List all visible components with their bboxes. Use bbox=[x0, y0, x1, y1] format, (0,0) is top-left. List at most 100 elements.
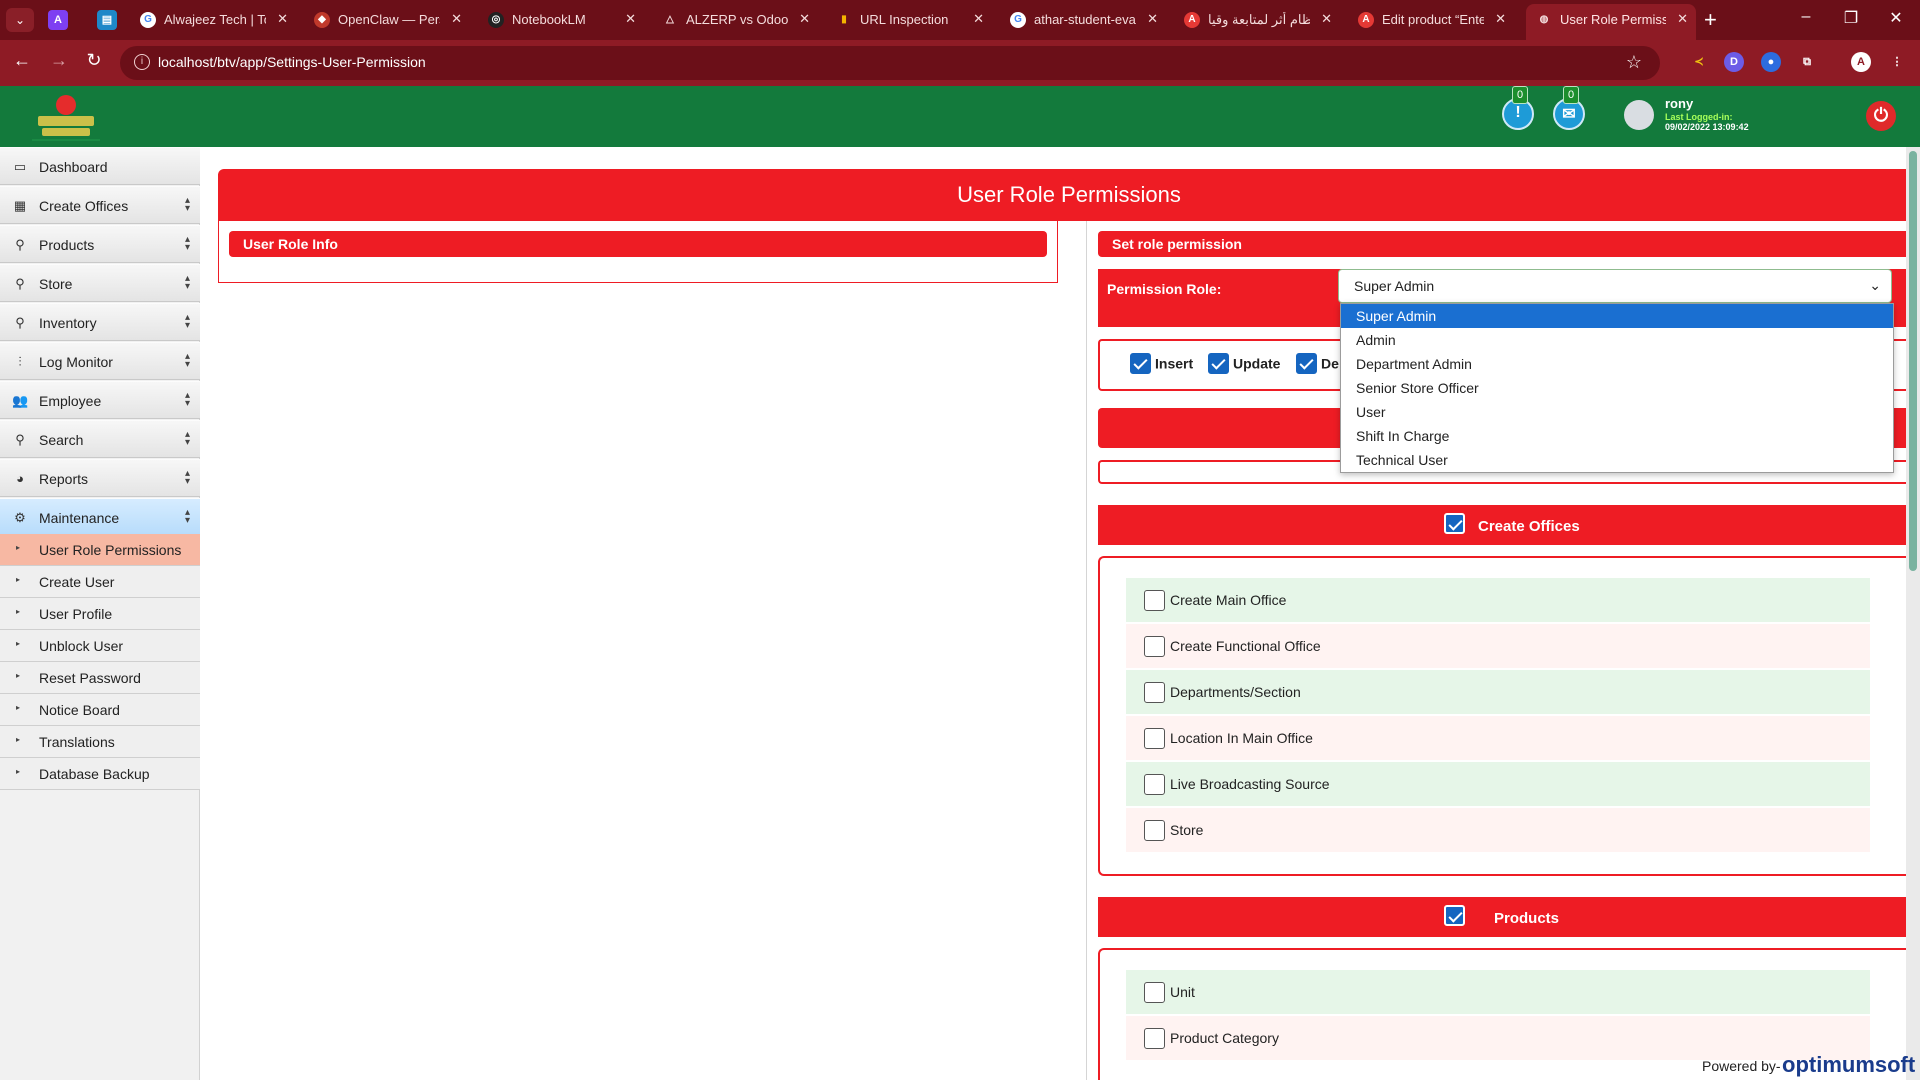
close-tab-icon[interactable]: ✕ bbox=[451, 11, 462, 27]
dropdown-option-user[interactable]: User bbox=[1341, 400, 1893, 424]
permission-row[interactable]: Location In Main Office bbox=[1126, 716, 1870, 760]
permission-checkbox[interactable] bbox=[1144, 774, 1165, 795]
update-checkbox[interactable]: Update bbox=[1208, 353, 1280, 374]
reload-icon[interactable]: ↻ bbox=[81, 50, 107, 71]
mail-icon: ✉ bbox=[1562, 106, 1576, 123]
close-tab-icon[interactable]: ✕ bbox=[277, 11, 288, 27]
close-tab-icon[interactable]: ✕ bbox=[1321, 11, 1332, 27]
sidebar-item-employee[interactable]: 👥 Employee ▴ ▾ bbox=[0, 381, 200, 419]
dropdown-option-technical-user[interactable]: Technical User bbox=[1341, 448, 1893, 472]
browser-tab[interactable]: A نظام أثر لمتابعة وقيا ✕ bbox=[1174, 4, 1340, 36]
checkbox-checked-icon[interactable] bbox=[1208, 353, 1229, 374]
browser-tab[interactable]: G Alwajeez Tech | Top ✕ bbox=[130, 4, 296, 36]
sidebar-item-reports[interactable]: ◕ Reports ▴ ▾ bbox=[0, 459, 200, 497]
permission-row[interactable]: Unit bbox=[1126, 970, 1870, 1014]
permission-checkbox[interactable] bbox=[1144, 1028, 1165, 1049]
permission-row[interactable]: Product Category bbox=[1126, 1016, 1870, 1060]
permission-row[interactable]: Store bbox=[1126, 808, 1870, 852]
sidebar-subitem-create-user[interactable]: ▸ Create User bbox=[0, 566, 200, 598]
dropdown-option-super-admin[interactable]: Super Admin bbox=[1341, 304, 1893, 328]
permission-row[interactable]: Departments/Section bbox=[1126, 670, 1870, 714]
permission-checkbox[interactable] bbox=[1144, 820, 1165, 841]
back-icon[interactable]: ← bbox=[9, 50, 35, 71]
sidebar-item-create-offices[interactable]: ▦ Create Offices ▴ ▾ bbox=[0, 186, 200, 224]
bookmark-star-icon[interactable]: ☆ bbox=[1626, 52, 1642, 73]
sidebar-item-inventory[interactable]: ⚲ Inventory ▴ ▾ bbox=[0, 303, 200, 341]
browser-tab[interactable]: ▮ URL Inspection ✕ bbox=[826, 4, 992, 36]
minimize-icon[interactable]: – bbox=[1791, 8, 1821, 26]
close-tab-icon[interactable]: ✕ bbox=[1495, 11, 1506, 27]
sidebar-subitem-database-backup[interactable]: ▸ Database Backup bbox=[0, 758, 200, 790]
insert-checkbox[interactable]: Insert bbox=[1130, 353, 1193, 374]
checkbox-checked-icon[interactable] bbox=[1296, 353, 1317, 374]
restore-icon[interactable]: ❐ bbox=[1836, 8, 1866, 28]
tab-search-button[interactable]: ⌄ bbox=[6, 8, 34, 32]
pinned-tab-icon[interactable]: ▤ bbox=[97, 10, 117, 30]
sidebar-subitem-reset-password[interactable]: ▸ Reset Password bbox=[0, 662, 200, 694]
page-scrollbar[interactable] bbox=[1906, 147, 1920, 1080]
browser-tab-active[interactable]: ◍ User Role Permissio ✕ bbox=[1526, 4, 1696, 40]
sidebar-subitem-unblock-user[interactable]: ▸ Unblock User bbox=[0, 630, 200, 662]
scrollbar-thumb[interactable] bbox=[1909, 151, 1917, 571]
sidebar-item-log-monitor[interactable]: ⫶ Log Monitor ▴ ▾ bbox=[0, 342, 200, 380]
pinned-tab-icon[interactable]: A bbox=[48, 10, 68, 30]
sidebar-subitem-notice-board[interactable]: ▸ Notice Board bbox=[0, 694, 200, 726]
browser-tab[interactable]: ◎ NotebookLM ✕ bbox=[478, 4, 644, 36]
dropdown-option-shift-in-charge[interactable]: Shift In Charge bbox=[1341, 424, 1893, 448]
mail-notification-button[interactable]: ✉ 0 bbox=[1553, 86, 1585, 130]
delete-checkbox[interactable]: De bbox=[1296, 353, 1339, 374]
checkbox-checked-icon[interactable] bbox=[1130, 353, 1151, 374]
close-tab-icon[interactable]: ✕ bbox=[973, 11, 984, 27]
permission-checkbox[interactable] bbox=[1144, 682, 1165, 703]
url-text[interactable]: localhost/btv/app/Settings-User-Permissi… bbox=[158, 54, 426, 70]
browser-tab[interactable]: △ ALZERP vs Odoo: C ✕ bbox=[652, 4, 818, 36]
browser-tab[interactable]: G athar-student-evalu ✕ bbox=[1000, 4, 1166, 36]
address-bar[interactable]: i localhost/btv/app/Settings-User-Permis… bbox=[120, 46, 1660, 80]
sliders-icon: ⫶ bbox=[18, 354, 22, 369]
extension-icon[interactable]: ● bbox=[1761, 52, 1781, 72]
info-notification-button[interactable]: ! 0 bbox=[1502, 86, 1534, 130]
permission-checkbox[interactable] bbox=[1144, 982, 1165, 1003]
sidebar-item-search[interactable]: ⚲ Search ▴ ▾ bbox=[0, 420, 200, 458]
permission-role-select[interactable]: Super Admin ⌄ bbox=[1338, 269, 1892, 303]
dropdown-option-admin[interactable]: Admin bbox=[1341, 328, 1893, 352]
logout-power-button[interactable]: ⏻ bbox=[1866, 101, 1896, 131]
chevron-right-icon: ▸ bbox=[16, 703, 21, 712]
permission-checkbox[interactable] bbox=[1144, 590, 1165, 611]
permission-row[interactable]: Live Broadcasting Source bbox=[1126, 762, 1870, 806]
section-header-create-offices[interactable]: Create Offices bbox=[1098, 505, 1920, 545]
close-tab-icon[interactable]: ✕ bbox=[1147, 11, 1158, 27]
browser-menu-icon[interactable]: ⋮ bbox=[1887, 52, 1907, 72]
sidebar-item-products[interactable]: ⚲ Products ▴ ▾ bbox=[0, 225, 200, 263]
close-tab-icon[interactable]: ✕ bbox=[799, 11, 810, 27]
profile-icon[interactable]: A bbox=[1851, 52, 1871, 72]
close-tab-icon[interactable]: ✕ bbox=[1677, 11, 1688, 27]
avatar[interactable] bbox=[1624, 100, 1654, 130]
permission-row[interactable]: Create Functional Office bbox=[1126, 624, 1870, 668]
dropdown-option-senior-store-officer[interactable]: Senior Store Officer bbox=[1341, 376, 1893, 400]
close-window-icon[interactable]: ✕ bbox=[1881, 8, 1911, 28]
sidebar-subitem-translations[interactable]: ▸ Translations bbox=[0, 726, 200, 758]
sidebar-item-dashboard[interactable]: ▭ Dashboard bbox=[0, 147, 200, 185]
close-tab-icon[interactable]: ✕ bbox=[625, 11, 636, 27]
extension-icon[interactable]: D bbox=[1724, 52, 1744, 72]
section-header-products[interactable]: Products bbox=[1098, 897, 1920, 937]
permission-row[interactable]: Create Main Office bbox=[1126, 578, 1870, 622]
extensions-puzzle-icon[interactable]: ⧉ bbox=[1797, 52, 1817, 72]
sidebar-subitem-user-role-permissions[interactable]: ▸ User Role Permissions bbox=[0, 534, 200, 566]
sidebar-item-store[interactable]: ⚲ Store ▴ ▾ bbox=[0, 264, 200, 302]
section-checkbox-create-offices[interactable] bbox=[1444, 513, 1465, 534]
section-checkbox-products[interactable] bbox=[1444, 905, 1465, 926]
new-tab-button[interactable]: + bbox=[1704, 8, 1717, 32]
permission-checkbox[interactable] bbox=[1144, 636, 1165, 657]
forward-icon[interactable]: → bbox=[46, 50, 72, 71]
permission-checkbox[interactable] bbox=[1144, 728, 1165, 749]
sidebar-item-maintenance[interactable]: ⚙ Maintenance ▴ ▾ bbox=[0, 498, 200, 536]
browser-tab[interactable]: A Edit product “Enter ✕ bbox=[1348, 4, 1514, 36]
site-info-icon[interactable]: i bbox=[134, 54, 150, 70]
share-icon[interactable]: ≺ bbox=[1689, 52, 1709, 72]
dropdown-option-department-admin[interactable]: Department Admin bbox=[1341, 352, 1893, 376]
username[interactable]: rony bbox=[1665, 96, 1693, 111]
browser-tab[interactable]: ◆ OpenClaw — Perso ✕ bbox=[304, 4, 470, 36]
sidebar-subitem-user-profile[interactable]: ▸ User Profile bbox=[0, 598, 200, 630]
